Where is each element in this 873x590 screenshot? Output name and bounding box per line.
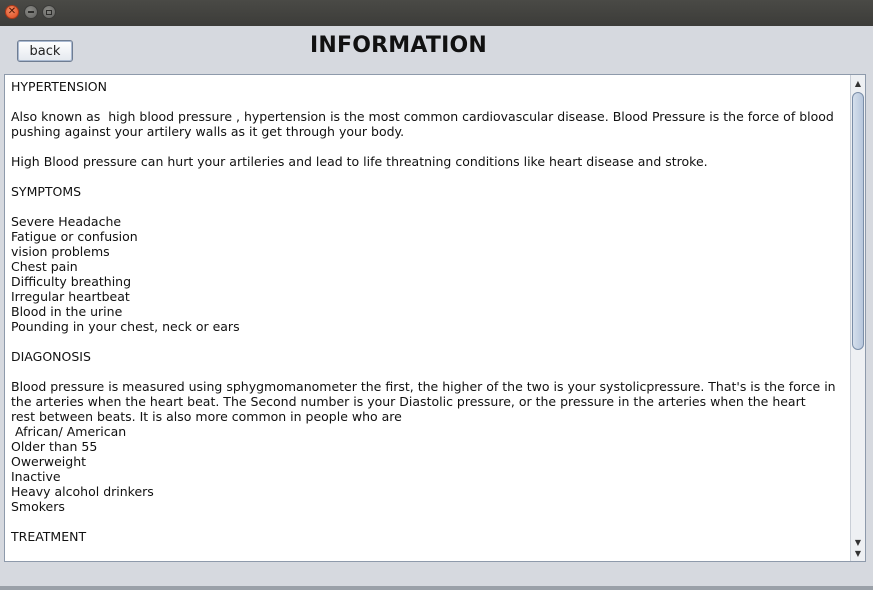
text-line xyxy=(11,139,844,154)
text-line xyxy=(11,94,844,109)
text-line: Difficulty breathing xyxy=(11,274,132,289)
title-bar: ✕ xyxy=(0,0,873,26)
text-line: rest between beats. It is also more comm… xyxy=(11,409,402,424)
text-line xyxy=(11,334,844,349)
vertical-scrollbar[interactable]: ▲ ▼ ▼ xyxy=(850,75,865,561)
text-line: vision problems xyxy=(11,244,110,259)
text-line: TREATMENT xyxy=(11,529,87,544)
text-line xyxy=(11,199,844,214)
text-line xyxy=(11,514,844,529)
minimize-icon[interactable] xyxy=(24,5,38,19)
text-line: Blood in the urine xyxy=(11,304,123,319)
text-line: Blood pressure is measured using sphygmo… xyxy=(11,379,836,394)
text-line: Severe Headache xyxy=(11,214,122,229)
info-scroll-pane[interactable]: HYPERTENSION Also known as high blood pre… xyxy=(4,74,866,562)
text-line: Also known as high blood pressure , hype… xyxy=(11,109,834,124)
text-line xyxy=(11,169,844,184)
text-line: the arteries when the heart beat. The Se… xyxy=(11,394,806,409)
text-line: Pounding in your chest, neck or ears xyxy=(11,319,240,334)
text-line: Owerweight xyxy=(11,454,87,469)
text-line: HYPERTENSION xyxy=(11,79,107,94)
maximize-icon[interactable] xyxy=(42,5,56,19)
text-line: pushing against your artilery walls as i… xyxy=(11,124,405,139)
text-line: High Blood pressure can hurt your artile… xyxy=(11,154,708,169)
text-line: Chest pain xyxy=(11,259,78,274)
text-line: Older than 55 xyxy=(11,439,98,454)
text-line: DIAGONOSIS xyxy=(11,349,91,364)
text-line: Heavy alcohol drinkers xyxy=(11,484,154,499)
text-line: Irregular heartbeat xyxy=(11,289,130,304)
scroll-up-arrow-icon[interactable]: ▲ xyxy=(851,76,865,90)
scroll-down-arrow-icon-2[interactable]: ▼ xyxy=(851,546,865,560)
text-line: Inactive xyxy=(11,469,61,484)
bottom-edge xyxy=(0,586,873,590)
text-line xyxy=(11,364,844,379)
page-title: INFORMATION xyxy=(310,33,487,58)
text-line: SYMPTOMS xyxy=(11,184,82,199)
text-line: Smokers xyxy=(11,499,65,514)
close-icon[interactable]: ✕ xyxy=(5,5,19,19)
scroll-thumb[interactable] xyxy=(852,92,864,350)
text-line: African/ American xyxy=(11,424,127,439)
app-window: ✕ back INFORMATION HYPERTENSION Also know… xyxy=(0,0,873,590)
info-text-area[interactable]: HYPERTENSION Also known as high blood pre… xyxy=(5,75,850,561)
text-line: Fatigue or confusion xyxy=(11,229,138,244)
